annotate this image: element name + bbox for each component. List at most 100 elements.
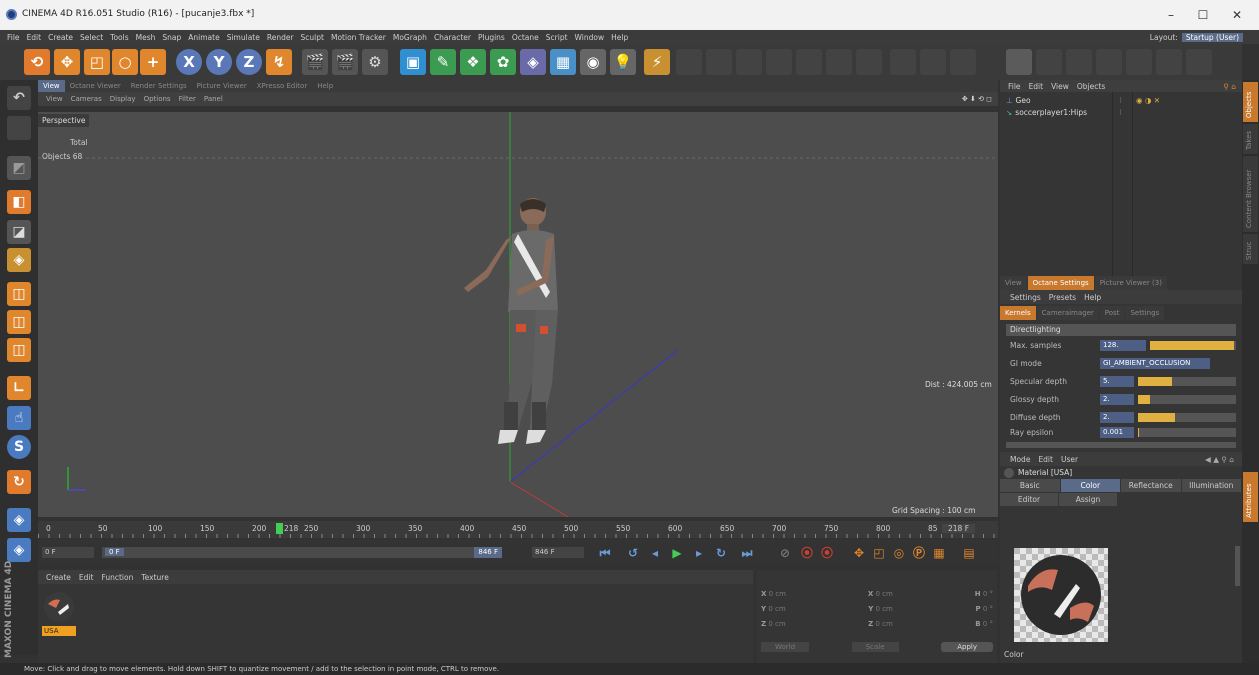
gi-mode-dropdown[interactable]: GI_AMBIENT_OCCLUSION xyxy=(1100,357,1210,369)
edges-mode-icon[interactable] xyxy=(706,49,732,75)
side-tab-content-browser[interactable]: Content Browser xyxy=(1243,156,1258,232)
rot-b-field[interactable]: 0 ° xyxy=(983,620,993,628)
menu-create[interactable]: Create xyxy=(48,33,73,42)
render-view-icon[interactable]: 🎬 xyxy=(302,49,328,75)
x-axis-lock-button[interactable]: X xyxy=(176,49,202,75)
scale-x-field[interactable]: 0 cm xyxy=(876,590,893,598)
timeline-menu-icon[interactable]: ▤ xyxy=(960,544,978,562)
subtab-cameraimager[interactable]: Cameraimager xyxy=(1036,306,1099,320)
side-tab-takes[interactable]: Takes xyxy=(1243,124,1258,154)
tab-reflectance[interactable]: Reflectance xyxy=(1121,479,1181,492)
close-button[interactable]: ✕ xyxy=(1222,6,1252,24)
uv-mode-icon[interactable] xyxy=(766,49,792,75)
tab-editor[interactable]: Editor xyxy=(1000,493,1058,506)
quantize-icon[interactable] xyxy=(950,49,976,75)
glossy-depth-field[interactable]: 2. xyxy=(1100,393,1134,405)
object-menu-view[interactable]: View xyxy=(1051,82,1069,91)
visibility-dots-icon[interactable]: ⁝ xyxy=(1119,108,1121,117)
octane-tool-icon-3[interactable] xyxy=(1096,49,1122,75)
move-tool-icon[interactable]: ✥ xyxy=(54,49,80,75)
object-row[interactable]: ↘ soccerplayer1:Hips ⁝ xyxy=(1000,106,1242,118)
prev-key-icon[interactable]: ↺ xyxy=(624,544,642,562)
pos-z-field[interactable]: 0 cm xyxy=(768,620,785,628)
points-icon[interactable]: ◫ xyxy=(7,282,31,306)
object-menu-file[interactable]: File xyxy=(1008,82,1021,91)
array-icon[interactable]: ✿ xyxy=(490,49,516,75)
start-frame-field[interactable]: 0 F xyxy=(42,547,94,558)
3d-viewport[interactable] xyxy=(38,112,998,517)
menu-help[interactable]: Help xyxy=(611,33,628,42)
menu-character[interactable]: Character xyxy=(434,33,471,42)
undo-view-icon[interactable]: ⟲ xyxy=(24,49,50,75)
tab-picture-viewer[interactable]: Picture Viewer xyxy=(192,80,252,92)
viewport-menu-options[interactable]: Options xyxy=(144,95,171,103)
diffuse-depth-slider[interactable] xyxy=(1138,412,1236,422)
material-menu-function[interactable]: Function xyxy=(101,573,133,582)
model-mode-icon[interactable]: ◩ xyxy=(7,156,31,180)
keyframe-selection-icon[interactable]: ⦿ xyxy=(818,544,836,562)
rotate-tool-icon[interactable]: ○ xyxy=(112,49,138,75)
scale-dropdown[interactable]: Scale xyxy=(851,642,899,652)
glossy-depth-slider[interactable] xyxy=(1138,394,1236,404)
pen-spline-icon[interactable]: ✎ xyxy=(430,49,456,75)
viewport-nav-icons[interactable]: ✥ ⬇ ⟲ ◻ xyxy=(962,95,992,103)
snap-icon[interactable] xyxy=(920,49,946,75)
apply-button[interactable]: Apply xyxy=(941,642,993,652)
octane-menu-presets[interactable]: Presets xyxy=(1049,293,1076,302)
subtab-kernels[interactable]: Kernels xyxy=(1000,306,1036,320)
point-level-icon[interactable]: ▦ xyxy=(930,544,948,562)
points-mode-icon[interactable] xyxy=(676,49,702,75)
material-menu-edit[interactable]: Edit xyxy=(79,573,94,582)
layout-selector[interactable]: Layout: Startup (User) xyxy=(1150,30,1243,44)
octane-tool-icon-6[interactable] xyxy=(1186,49,1212,75)
position-key-icon[interactable]: ✥ xyxy=(850,544,868,562)
minimize-button[interactable]: – xyxy=(1156,6,1186,24)
goto-end-icon[interactable]: ⏭ xyxy=(738,544,756,562)
material-thumbnail[interactable] xyxy=(42,590,76,624)
ray-epsilon-slider[interactable] xyxy=(1138,427,1236,437)
playhead-marker[interactable] xyxy=(276,523,283,534)
octane-live-icon[interactable] xyxy=(1006,49,1032,75)
viewport-menu-filter[interactable]: Filter xyxy=(179,95,196,103)
workplane-mode-icon[interactable]: ◈ xyxy=(7,248,31,272)
menu-simulate[interactable]: Simulate xyxy=(227,33,260,42)
octane-tool-icon-4[interactable] xyxy=(1126,49,1152,75)
vertical-scrollbar[interactable] xyxy=(1235,546,1240,586)
next-frame-icon[interactable]: ▸ xyxy=(690,544,708,562)
transform-tool-icon[interactable]: + xyxy=(140,49,166,75)
pos-y-field[interactable]: 0 cm xyxy=(768,605,785,613)
attributes-menu-user[interactable]: User xyxy=(1061,455,1078,464)
tweak-mode-icon[interactable] xyxy=(826,49,852,75)
octane-tool-icon-2[interactable] xyxy=(1066,49,1092,75)
polygons-icon[interactable]: ◫ xyxy=(7,338,31,362)
object-row[interactable]: ⊥ Geo ⁝ ◉ ◑ ✕ xyxy=(1000,94,1242,106)
render-picture-viewer-icon[interactable]: 🎬 xyxy=(332,49,358,75)
edges-icon[interactable]: ◫ xyxy=(7,310,31,334)
menu-snap[interactable]: Snap xyxy=(162,33,181,42)
horizontal-scrollbar[interactable] xyxy=(1006,442,1236,448)
preview-range-slider[interactable]: 0 F 846 F xyxy=(102,547,502,558)
subtab-settings[interactable]: Settings xyxy=(1125,306,1165,320)
object-mode-icon[interactable]: ◧ xyxy=(7,190,31,214)
menu-select[interactable]: Select xyxy=(80,33,103,42)
tab-assign[interactable]: Assign xyxy=(1059,493,1117,506)
diffuse-depth-field[interactable]: 2. xyxy=(1100,411,1134,423)
material-menu-texture[interactable]: Texture xyxy=(141,573,168,582)
object-menu-edit[interactable]: Edit xyxy=(1029,82,1044,91)
render-settings-icon[interactable]: ⚙ xyxy=(362,49,388,75)
max-samples-field[interactable]: 128. xyxy=(1100,339,1146,351)
snap-toggle-icon[interactable]: S xyxy=(7,435,31,459)
sculpt-mode-icon[interactable] xyxy=(856,49,882,75)
material-name-label[interactable]: USA xyxy=(42,626,76,636)
maximize-button[interactable]: ☐ xyxy=(1188,6,1218,24)
autokey-icon[interactable]: ⦿ xyxy=(798,544,816,562)
next-key-icon[interactable]: ↻ xyxy=(712,544,730,562)
scale-tool-icon[interactable]: ◰ xyxy=(84,49,110,75)
menu-mesh[interactable]: Mesh xyxy=(136,33,156,42)
y-axis-lock-button[interactable]: Y xyxy=(206,49,232,75)
viewport-menu-panel[interactable]: Panel xyxy=(204,95,223,103)
make-editable-icon[interactable] xyxy=(7,116,31,140)
side-tab-objects[interactable]: Objects xyxy=(1243,82,1258,122)
camera-icon[interactable]: ◉ xyxy=(580,49,606,75)
scale-z-field[interactable]: 0 cm xyxy=(875,620,892,628)
